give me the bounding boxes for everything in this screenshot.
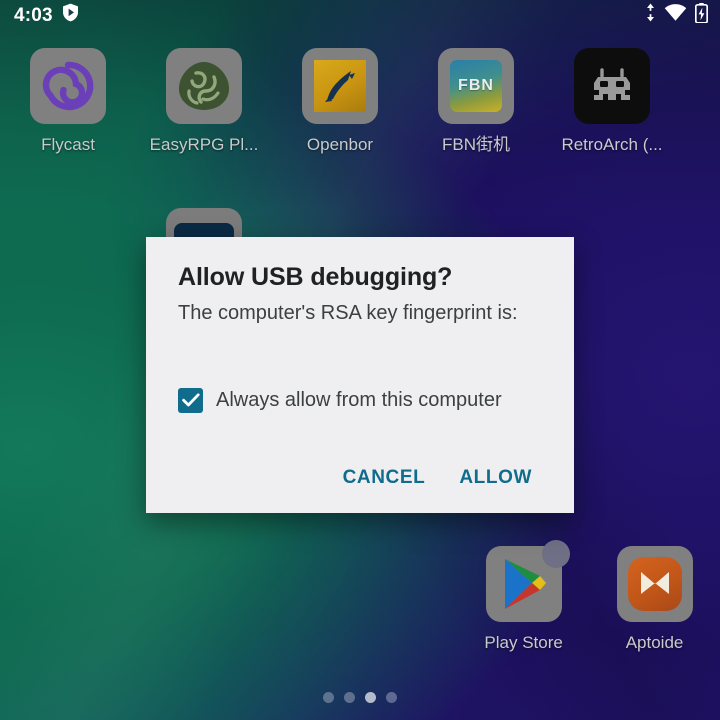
app-icon-retroarch[interactable]: RetroArch (... bbox=[544, 48, 680, 153]
page-dot-3-active[interactable] bbox=[365, 692, 376, 703]
retroarch-icon-wrap bbox=[574, 48, 650, 124]
openbor-icon bbox=[302, 48, 378, 124]
page-dot-1[interactable] bbox=[323, 692, 334, 703]
dialog-actions: CANCEL ALLOW bbox=[178, 459, 544, 497]
app-label: Play Store bbox=[484, 633, 563, 652]
play-store-icon-wrap bbox=[485, 540, 570, 622]
app-icon-flycast[interactable]: Flycast bbox=[0, 48, 136, 153]
easyrpg-player-icon-wrap bbox=[166, 48, 242, 124]
app-spacer bbox=[0, 546, 458, 651]
app-label: Openbor bbox=[306, 135, 374, 154]
app-icon-fbn-arcade[interactable]: FBN FBN街机 bbox=[408, 48, 544, 153]
app-label: Flycast bbox=[41, 135, 95, 154]
aptoide-icon bbox=[616, 546, 693, 622]
cancel-button[interactable]: CANCEL bbox=[331, 459, 438, 497]
app-grid-row-1: Flycast EasyRPG Pl... Openbor FBN FBN街机 … bbox=[0, 48, 720, 153]
status-bar-right bbox=[645, 2, 709, 28]
always-allow-checkbox-row[interactable]: Always allow from this computer bbox=[178, 387, 544, 413]
checkmark-icon bbox=[181, 393, 200, 407]
flycast-icon bbox=[30, 48, 106, 124]
easyrpg-player-icon bbox=[166, 48, 242, 124]
notification-badge-dot bbox=[541, 540, 570, 568]
allow-button[interactable]: ALLOW bbox=[447, 459, 544, 497]
app-label: RetroArch (... bbox=[561, 135, 663, 154]
aptoide-icon-art bbox=[627, 557, 682, 611]
app-icon-openbor[interactable]: Openbor bbox=[272, 48, 408, 153]
page-dot-2[interactable] bbox=[344, 692, 355, 703]
data-transfer-icon bbox=[645, 3, 656, 27]
app-icon-easyrpg-player[interactable]: EasyRPG Pl... bbox=[136, 48, 272, 153]
app-label: Aptoide bbox=[625, 633, 684, 652]
status-bar[interactable]: 4:03 bbox=[0, 0, 720, 30]
aptoide-icon-wrap bbox=[616, 546, 693, 622]
fbn-arcade-icon: FBN bbox=[438, 48, 514, 124]
usb-debugging-dialog: Allow USB debugging? The computer's RSA … bbox=[146, 237, 574, 513]
app-icon-aptoide[interactable]: Aptoide bbox=[589, 546, 720, 651]
vpn-shield-icon bbox=[62, 3, 79, 27]
app-icon-play-store[interactable]: Play Store bbox=[458, 540, 589, 652]
app-grid-row-4: Play Store Aptoide bbox=[0, 540, 720, 652]
always-allow-checkbox-label[interactable]: Always allow from this computer bbox=[216, 390, 502, 410]
flycast-icon-wrap bbox=[30, 48, 106, 124]
dialog-message: The computer's RSA key fingerprint is: bbox=[178, 301, 518, 324]
dialog-fingerprint-value bbox=[178, 326, 544, 350]
status-bar-left: 4:03 bbox=[14, 3, 79, 27]
wifi-icon bbox=[664, 3, 687, 27]
app-label: EasyRPG Pl... bbox=[149, 135, 259, 154]
retroarch-icon bbox=[574, 48, 650, 124]
openbor-icon-art bbox=[314, 60, 366, 112]
fbn-arcade-icon-wrap: FBN bbox=[438, 48, 514, 124]
openbor-icon-wrap bbox=[302, 48, 378, 124]
android-home-screen: 4:03 Flycast EasyRPG Pl... Openbor FBN F… bbox=[0, 0, 720, 720]
page-dot-4[interactable] bbox=[386, 692, 397, 703]
dialog-title: Allow USB debugging? bbox=[178, 263, 453, 291]
battery-charging-icon bbox=[694, 2, 709, 28]
page-indicator[interactable] bbox=[0, 692, 720, 703]
fbn-icon-text: FBN bbox=[450, 60, 502, 112]
always-allow-checkbox[interactable] bbox=[178, 387, 203, 413]
status-clock: 4:03 bbox=[14, 4, 53, 26]
app-label: FBN街机 bbox=[442, 135, 510, 154]
